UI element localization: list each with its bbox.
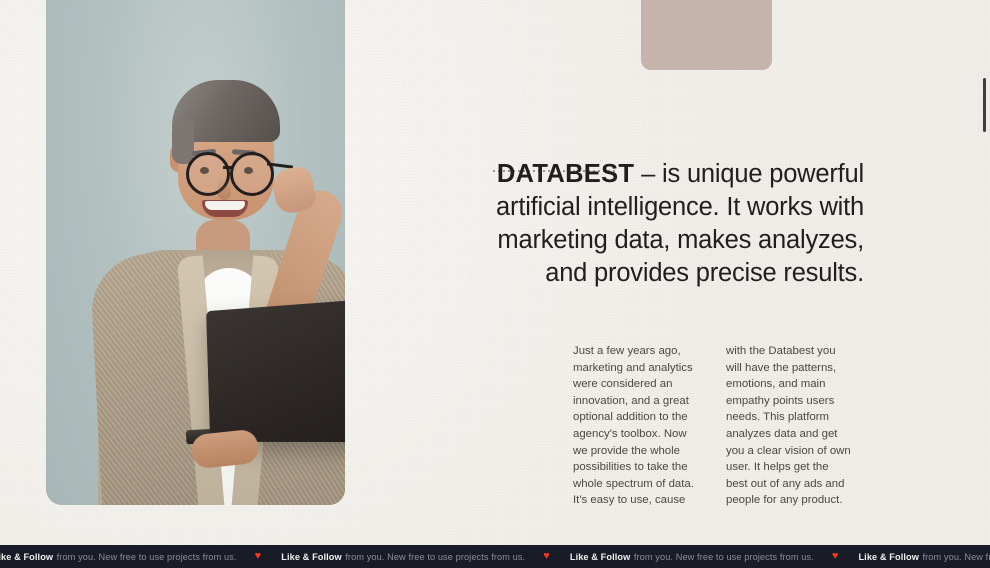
brand-name: DATABEST <box>496 160 635 188</box>
ticker-strong-text: Like & Follow <box>0 551 54 562</box>
ticker-item: ♥ Like & Followfrom you. New free to use … <box>525 551 814 562</box>
person-photo: Ə <box>46 0 345 505</box>
heart-icon: ♥ <box>831 550 839 562</box>
ticker-item: ♥ Like & Followfrom you. New free to use … <box>814 551 990 562</box>
ticker-item: ♥Like & Followfrom you. New free to use … <box>0 551 237 562</box>
teeth-shape <box>205 201 245 210</box>
page-scrollbar-thumb[interactable] <box>983 78 986 132</box>
ticker-muted-text: from you. New free to use projects from … <box>633 551 814 562</box>
nose-shape <box>218 178 231 200</box>
ticker-strong-text: Like & Follow <box>281 551 342 562</box>
body-paragraph-2: with the Databest you will have the patt… <box>726 345 851 507</box>
ticker-muted-text: from you. New free to use projects from … <box>345 551 526 562</box>
body-copy-columns: Just a few years ago, marketing and anal… <box>573 343 865 509</box>
ticker-item: ♥ Like & Followfrom you. New free to use … <box>237 551 526 562</box>
mouth-shape <box>202 200 248 217</box>
hero-photo-panel: Ə <box>46 0 345 505</box>
eyeglasses-bridge <box>223 166 232 169</box>
body-column-right: with the Databest you will have the patt… <box>726 343 853 509</box>
hair-side-shape <box>172 120 194 164</box>
ticker-strong-text: Like & Follow <box>858 551 919 562</box>
bottom-marquee-ticker: ♥Like & Followfrom you. New free to use … <box>0 545 990 568</box>
body-column-left: Just a few years ago, marketing and anal… <box>573 343 700 509</box>
page-scrollbar-track[interactable] <box>982 0 990 568</box>
eyeglasses-lens-right <box>230 152 274 196</box>
ticker-muted-text: from you. New free to use projects from … <box>56 551 237 562</box>
laptop-lid: Ə <box>206 291 345 443</box>
heart-icon: ♥ <box>543 550 550 562</box>
landing-page: Ə DATABEST – is unique powerful artifici… <box>0 0 990 568</box>
decorative-rose-card <box>641 0 772 70</box>
ticker-muted-text: from you. New free to use projects from … <box>922 551 990 562</box>
heart-icon: ♥ <box>254 550 262 562</box>
ticker-strong-text: Like & Follow <box>569 551 631 562</box>
body-paragraph-1: Just a few years ago, marketing and anal… <box>573 345 694 507</box>
ticker-track: ♥Like & Followfrom you. New free to use … <box>0 551 990 562</box>
page-headline: DATABEST – is unique powerful artificial… <box>492 158 864 290</box>
